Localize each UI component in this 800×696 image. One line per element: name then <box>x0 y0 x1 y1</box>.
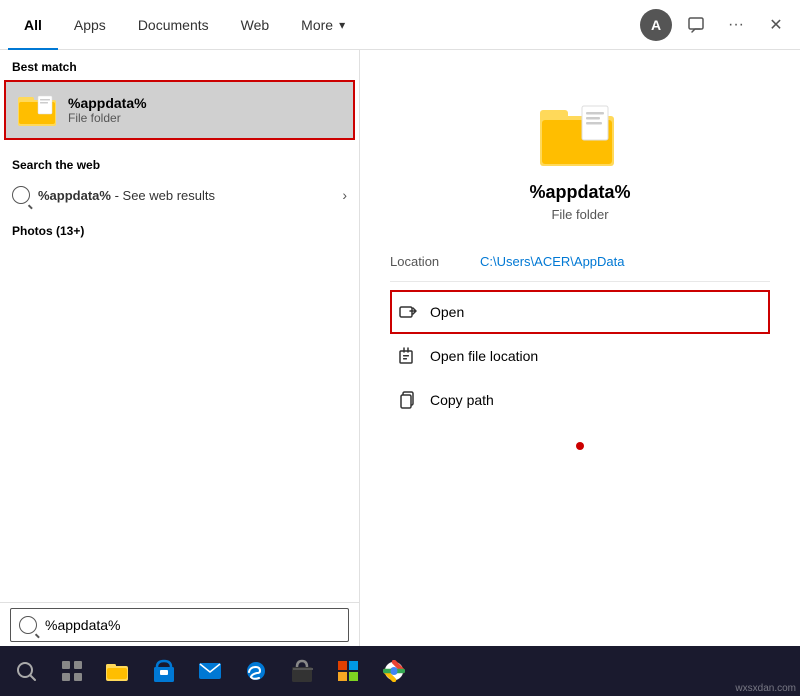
tab-apps-label: Apps <box>74 17 106 33</box>
copy-path-icon <box>396 388 420 412</box>
main-content: Best match %appdata% File folder <box>0 50 800 646</box>
best-match-title: %appdata% <box>68 95 147 111</box>
photos-section: Photos (13+) <box>0 220 359 242</box>
tab-web-label: Web <box>241 17 270 33</box>
open-file-location-icon <box>396 344 420 368</box>
search-bar-icon <box>19 616 37 634</box>
avatar-initial: A <box>651 17 661 33</box>
details-row-location: Location C:\Users\ACER\AppData <box>390 242 770 282</box>
photos-label: Photos (13+) <box>12 224 347 238</box>
best-match-item[interactable]: %appdata% File folder <box>4 80 355 140</box>
ellipsis-icon[interactable]: ··· <box>720 9 752 41</box>
tab-more[interactable]: More <box>285 0 361 50</box>
tab-web[interactable]: Web <box>225 0 286 50</box>
open-icon <box>396 300 420 324</box>
header-actions: A ··· ✕ <box>640 9 792 41</box>
ellipsis-label: ··· <box>728 16 744 34</box>
taskbar-explorer[interactable] <box>96 649 140 693</box>
taskbar-chrome[interactable] <box>372 649 416 693</box>
tab-documents[interactable]: Documents <box>122 0 225 50</box>
action-open-label: Open <box>430 304 464 320</box>
chevron-right-icon: › <box>342 187 347 203</box>
best-match-item-text: %appdata% File folder <box>68 95 147 125</box>
search-web-section: Search the web %appdata% - See web resul… <box>0 140 359 220</box>
search-window: All Apps Documents Web More A <box>0 0 800 696</box>
taskbar-mail[interactable] <box>188 649 232 693</box>
search-circle-icon <box>12 186 30 204</box>
right-panel: %appdata% File folder Location C:\Users\… <box>360 50 800 646</box>
preview-title: %appdata% <box>529 182 630 203</box>
left-panel: Best match %appdata% File folder <box>0 50 360 646</box>
preview-subtitle: File folder <box>551 207 608 222</box>
search-web-item-text: %appdata% - See web results <box>38 188 342 203</box>
search-input[interactable] <box>45 617 340 633</box>
taskbar-search[interactable] <box>4 649 48 693</box>
best-match-section-label: Best match <box>0 50 359 80</box>
search-query-text: %appdata% <box>38 188 111 203</box>
action-open[interactable]: Open <box>390 290 770 334</box>
action-copy-path-label: Copy path <box>430 392 494 408</box>
tab-all-label: All <box>24 17 42 33</box>
action-copy-path[interactable]: Copy path <box>390 378 770 422</box>
taskbar-minecraft[interactable] <box>326 649 370 693</box>
folder-preview: %appdata% File folder <box>529 100 630 222</box>
action-open-file-location[interactable]: Open file location <box>390 334 770 378</box>
search-web-item[interactable]: %appdata% - See web results › <box>0 178 359 212</box>
tab-all[interactable]: All <box>8 0 58 50</box>
actions-list: Open Open file location <box>390 290 770 422</box>
taskbar-task-view[interactable] <box>50 649 94 693</box>
location-label: Location <box>390 254 480 269</box>
header: All Apps Documents Web More A <box>0 0 800 50</box>
action-open-file-location-label: Open file location <box>430 348 538 364</box>
taskbar <box>0 646 800 696</box>
avatar[interactable]: A <box>640 9 672 41</box>
tab-apps[interactable]: Apps <box>58 0 122 50</box>
taskbar-bag[interactable] <box>280 649 324 693</box>
best-match-subtitle: File folder <box>68 111 147 125</box>
taskbar-edge[interactable] <box>234 649 278 693</box>
search-web-suffix: - See web results <box>111 188 215 203</box>
search-web-label: Search the web <box>0 148 359 178</box>
feedback-icon[interactable] <box>680 9 712 41</box>
red-dot-indicator <box>576 442 584 450</box>
close-label: ✕ <box>769 15 782 35</box>
tab-documents-label: Documents <box>138 17 209 33</box>
search-bar-border <box>10 608 349 642</box>
taskbar-store[interactable] <box>142 649 186 693</box>
tab-more-label: More <box>301 17 333 33</box>
location-value[interactable]: C:\Users\ACER\AppData <box>480 254 625 269</box>
search-bar <box>0 602 359 646</box>
close-icon[interactable]: ✕ <box>760 9 792 41</box>
